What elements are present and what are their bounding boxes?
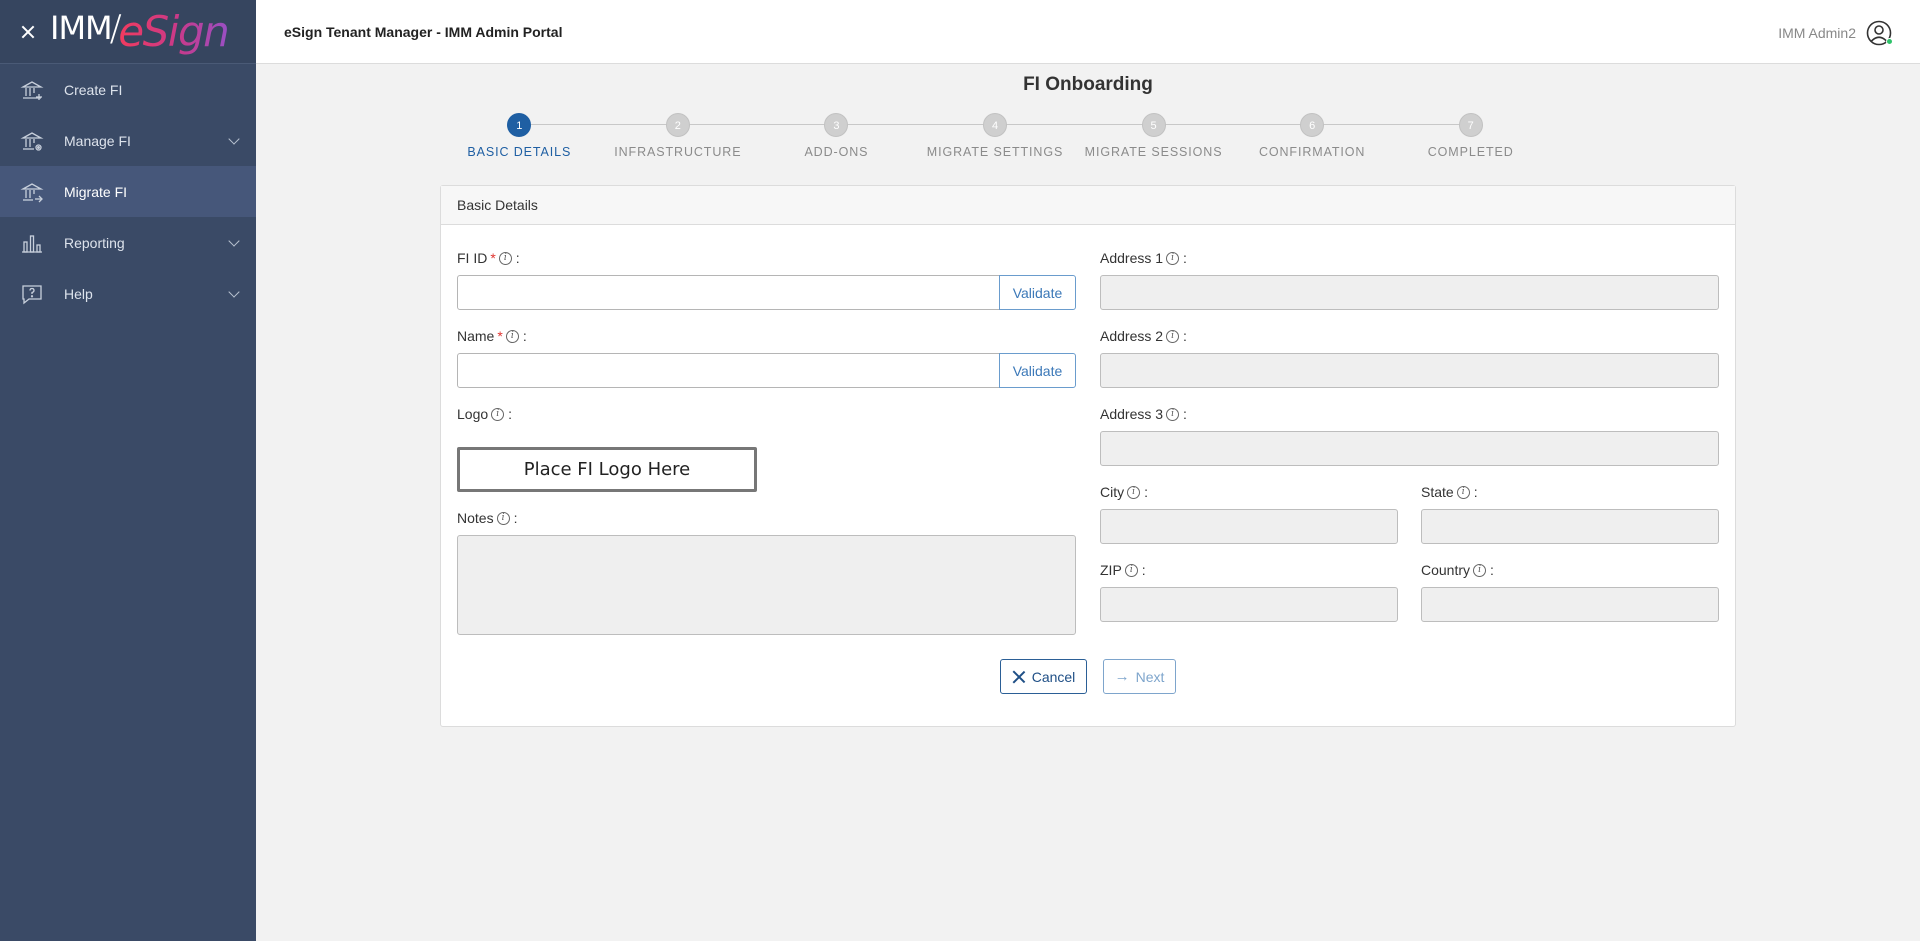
info-icon[interactable]: i: [496, 511, 510, 525]
zip-label: ZIP i:: [1100, 562, 1146, 578]
sidebar-item-label: Migrate FI: [64, 183, 128, 200]
app-title: eSign Tenant Manager - IMM Admin Portal: [284, 23, 563, 40]
sidebar-header: IMM / eSign: [0, 0, 256, 64]
chevron-down-icon[interactable]: [228, 133, 240, 145]
step-label: MIGRATE SETTINGS: [926, 145, 1064, 159]
close-icon[interactable]: [18, 22, 38, 42]
step-confirmation[interactable]: 6 CONFIRMATION: [1220, 113, 1405, 159]
user-avatar-icon[interactable]: [1866, 20, 1893, 46]
chevron-down-icon[interactable]: [228, 286, 240, 298]
sidebar-item-migrate-fi[interactable]: Migrate FI: [0, 166, 256, 217]
step-migrate-settings[interactable]: 4 MIGRATE SETTINGS: [903, 113, 1088, 159]
chevron-down-icon[interactable]: [228, 235, 240, 247]
step-number: 5: [1141, 113, 1166, 137]
card-title: Basic Details: [441, 186, 1735, 225]
step-number: 6: [1300, 113, 1325, 137]
step-label: CONFIRMATION: [1258, 145, 1366, 159]
city-label: City i:: [1100, 484, 1149, 500]
bank-add-icon: [20, 78, 44, 102]
arrow-right-icon: →: [1114, 668, 1130, 685]
address3-label: Address 3i:: [1100, 406, 1187, 422]
sidebar-item-help[interactable]: Help: [0, 268, 256, 319]
address2-input[interactable]: [1100, 353, 1719, 388]
online-status-icon: [1886, 38, 1893, 45]
info-icon[interactable]: i: [1456, 485, 1470, 499]
step-number: 3: [824, 113, 849, 137]
cancel-button[interactable]: Cancel: [1000, 659, 1087, 694]
sidebar-item-label: Create FI: [64, 81, 123, 98]
user-name: IMM Admin2: [1778, 25, 1856, 41]
country-label: Country i:: [1421, 562, 1494, 578]
info-icon[interactable]: i: [1124, 563, 1138, 577]
step-number: 4: [983, 113, 1007, 137]
info-icon[interactable]: i: [1166, 329, 1180, 343]
top-bar: eSign Tenant Manager - IMM Admin Portal …: [256, 0, 1920, 64]
step-number: 2: [665, 113, 690, 137]
sidebar-item-manage-fi[interactable]: Manage FI: [0, 115, 256, 166]
state-input[interactable]: [1421, 509, 1719, 544]
step-completed[interactable]: 7 COMPLETED: [1378, 113, 1563, 159]
sidebar-item-label: Reporting: [64, 234, 125, 251]
country-input[interactable]: [1421, 587, 1719, 622]
bar-chart-icon: [20, 231, 44, 255]
sidebar-item-label: Manage FI: [64, 132, 131, 149]
name-label: Name * i:: [457, 328, 527, 344]
stepper: 1 BASIC DETAILS 2 INFRASTRUCTURE 3 ADD-O…: [440, 113, 1550, 165]
close-icon: [1012, 670, 1026, 684]
validate-name-button[interactable]: Validate: [999, 353, 1076, 388]
validate-fi-id-button[interactable]: Validate: [999, 275, 1076, 310]
step-infrastructure[interactable]: 2 INFRASTRUCTURE: [585, 113, 770, 159]
address3-input[interactable]: [1100, 431, 1719, 466]
address2-label: Address 2i:: [1100, 328, 1187, 344]
required-marker: *: [490, 250, 496, 266]
info-icon[interactable]: i: [498, 251, 512, 265]
sidebar-item-reporting[interactable]: Reporting: [0, 217, 256, 268]
info-icon[interactable]: i: [1166, 407, 1180, 421]
help-chat-icon: [20, 282, 44, 306]
page-title: FI Onboarding: [1023, 74, 1153, 95]
state-label: State i:: [1421, 484, 1478, 500]
step-number: 7: [1458, 113, 1483, 137]
logo-label: Logo i:: [457, 406, 513, 422]
info-icon[interactable]: i: [1166, 251, 1180, 265]
name-input[interactable]: [457, 353, 1000, 388]
step-label: MIGRATE SESSIONS: [1084, 145, 1223, 159]
bank-migrate-icon: [20, 180, 44, 204]
step-label: INFRASTRUCTURE: [614, 145, 742, 159]
sidebar: IMM / eSign Create FI Manage FI Migrate …: [0, 0, 256, 941]
city-input[interactable]: [1100, 509, 1398, 544]
info-icon[interactable]: i: [1473, 563, 1487, 577]
step-migrate-sessions[interactable]: 5 MIGRATE SESSIONS: [1061, 113, 1246, 159]
step-basic-details[interactable]: 1 BASIC DETAILS: [427, 113, 612, 159]
required-marker: *: [497, 328, 503, 344]
address1-input[interactable]: [1100, 275, 1719, 310]
address1-label: Address 1i:: [1100, 250, 1187, 266]
brand-logo: IMM / eSign: [50, 7, 230, 56]
info-icon[interactable]: i: [1127, 485, 1141, 499]
brand-esign: eSign: [118, 7, 229, 56]
sidebar-item-create-fi[interactable]: Create FI: [0, 64, 256, 115]
brand-imm: IMM: [50, 8, 113, 47]
user-menu[interactable]: IMM Admin2: [1778, 20, 1893, 46]
basic-details-card: Basic Details FI ID * i: Validate Name * i: …: [440, 185, 1736, 727]
step-label: BASIC DETAILS: [467, 145, 572, 159]
next-button[interactable]: → Next: [1103, 659, 1176, 694]
step-number: 1: [507, 113, 532, 137]
step-add-ons[interactable]: 3 ADD-ONS: [744, 113, 929, 159]
fi-id-label: FI ID * i:: [457, 250, 520, 266]
zip-input[interactable]: [1100, 587, 1398, 622]
info-icon[interactable]: i: [491, 407, 505, 421]
step-label: COMPLETED: [1427, 145, 1514, 159]
sidebar-item-label: Help: [64, 285, 93, 302]
bank-gear-icon: [20, 129, 44, 153]
step-label: ADD-ONS: [804, 145, 869, 159]
notes-textarea[interactable]: [457, 535, 1076, 635]
fi-id-input[interactable]: [457, 275, 1000, 310]
logo-upload-area[interactable]: Place FI Logo Here: [457, 447, 757, 492]
notes-label: Notes i:: [457, 510, 518, 526]
info-icon[interactable]: i: [505, 329, 519, 343]
